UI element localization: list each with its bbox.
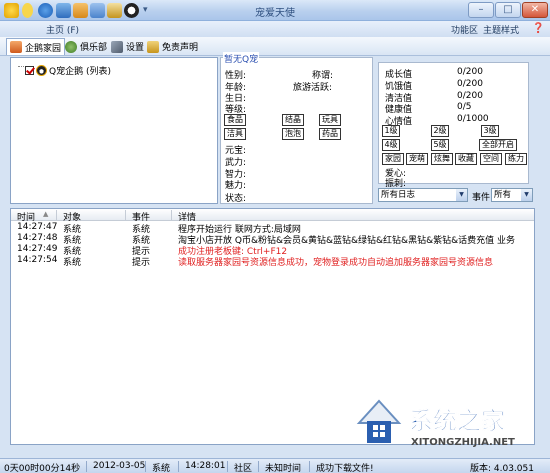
cell-time: 14:27:49 [17,244,58,254]
status-download: 成功下载文件! [316,464,374,473]
event-filter-label: 事件 [472,193,491,203]
log-filter-select[interactable]: 所有日志 ▼ [378,188,468,202]
column-separator [125,210,126,220]
cell-object: 系统 [63,258,82,268]
medicine-button[interactable]: 药品 [319,128,341,140]
tab-club[interactable]: 俱乐部 [62,38,110,55]
help-icon[interactable]: ❓ [532,23,544,34]
cell-detail: 读取服务器家园号资源信息成功，宠物登录成功自动追加服务器家园号资源信息 [178,258,494,268]
cell-time: 14:27:47 [17,222,58,232]
action-show-button[interactable]: 炫舞 [431,153,453,165]
close-button[interactable]: ✕ [522,2,548,18]
watermark: 系统之家 XITONGZHIJIA.NET [356,399,515,448]
food-button[interactable]: 食品 [224,114,246,126]
sort-up-icon: ▲ [43,210,49,218]
tree-checkbox[interactable] [25,66,34,75]
status-separator [309,461,310,472]
column-separator [171,210,172,220]
tree-line [18,66,24,67]
table-row[interactable]: 14:27:54 系统 提示 读取服务器家园号资源信息成功，宠物登录成功自动追加服务器… [11,255,534,268]
level-3-button[interactable]: 3级 [481,125,499,137]
pet-info-panel: 暂无Q宠 性别: 称谓: 年龄: 旅游活跃: 生日: 等级: 食品 结晶 玩具 … [220,52,373,204]
menu-function-area[interactable]: 功能区 [451,23,478,36]
tree-root-label: Q宠企鹅 (列表) [49,67,111,77]
table-row[interactable]: 14:27:49 系统 提示 成功注册老板键: Ctrl+F12 [11,244,534,257]
action-club-button[interactable]: 宠萌 [406,153,428,165]
tab-settings[interactable]: 设置 [108,38,147,55]
menu-bar: 主页 (F) 功能区 主题样式 ❓ [0,21,550,37]
status-object: 系统 [152,464,171,473]
settings-icon [111,40,123,53]
level-4-button[interactable]: 4级 [382,139,400,151]
chevron-down-icon: ▼ [456,189,467,201]
disclaimer-icon [147,40,159,53]
log-filter-value: 所有日志 [381,190,416,200]
toy-button[interactable]: 玩具 [319,114,341,126]
cell-time: 14:27:54 [17,255,58,265]
event-filter-select[interactable]: 所有 ▼ [491,188,533,202]
house-logo-icon [356,399,402,443]
status-uptime: 0天00时00分14秒 [4,464,81,473]
action-collect-button[interactable]: 收藏 [455,153,477,165]
title-bar: ▾ 宠爱天使 – □ ✕ [0,0,550,21]
chevron-down-icon: ▼ [521,189,532,201]
home-icon [10,41,22,53]
status-version: 版本: 4.03.051 [470,464,534,473]
event-filter-value: 所有 [494,190,512,200]
level-5-button[interactable]: 5级 [431,139,449,151]
status-bar: 0天00时00分14秒 2012-03-05 系统 14:28:01 社区 未知… [0,458,550,473]
tab-penguin-home[interactable]: 企鹅家园 [6,38,66,55]
penguin-icon [36,65,47,76]
status-community[interactable]: 社区 [234,461,252,473]
action-space-button[interactable]: 空间 [480,153,502,165]
action-hp-button[interactable]: 练力 [505,153,527,165]
tab-disclaimer[interactable]: 免责声明 [144,38,201,55]
status-separator [86,461,87,472]
travel-label: 旅游活跃: [293,83,333,93]
action-home-button[interactable]: 家园 [382,153,404,165]
maximize-button[interactable]: □ [495,2,521,18]
pet-legend: 暂无Q宠 [223,52,260,65]
log-header: 时间 ▲ 对象 事件 详情 [11,209,534,223]
unlock-all-button[interactable]: 全部开启 [479,139,517,151]
crystal-button[interactable]: 结晶 [282,114,304,126]
stat-health-value: 0/5 [457,102,472,112]
minimize-button[interactable]: – [468,2,494,18]
charm-label: 魅力: [225,181,247,191]
status-unknown-time: 未知时间 [265,464,302,473]
state-label: 状态: [225,194,247,204]
pet-tree-panel[interactable]: Q宠企鹅 (列表) [10,57,218,204]
status-separator [178,461,179,472]
bubble-button[interactable]: 泡泡 [282,128,304,140]
level-1-button[interactable]: 1级 [382,125,400,137]
cell-time: 14:27:48 [17,233,58,243]
club-icon [65,40,77,53]
status-separator [258,461,259,472]
table-row[interactable]: 14:27:48 系统 系统 淘宝小店开放 Q币&粉钻&会员&黄钻&蓝钻&绿钻&红钻&… [11,233,534,246]
stat-clean-value: 0/200 [457,91,483,101]
stat-growth-value: 0/200 [457,67,483,77]
watermark-url: XITONGZHIJIA.NET [411,437,515,448]
table-row[interactable]: 14:27:47 系统 系统 程序开始运行 联网方式:局域网 [11,222,534,235]
level-2-button[interactable]: 2级 [431,125,449,137]
column-separator [56,210,57,220]
status-separator [227,461,228,472]
clean-button[interactable]: 洁具 [224,128,246,140]
cell-event: 提示 [132,258,151,268]
tree-root[interactable]: Q宠企鹅 (列表) [25,64,111,77]
status-time: 14:28:01 [185,461,226,471]
toolbar: 企鹅家园 俱乐部 设置 免责声明 [0,37,550,56]
status-separator [145,461,146,472]
stat-mood-value: 0/1000 [457,114,489,124]
menu-theme[interactable]: 主题样式 [483,23,519,36]
status-date: 2012-03-05 [93,461,146,471]
watermark-brand: 系统之家 [409,407,505,435]
stat-hunger-value: 0/200 [457,79,483,89]
menu-main[interactable]: 主页 (F) [46,23,79,36]
stats-panel: 成长值 0/200 饥饿值 0/200 清洁值 0/200 健康值 0/5 心情… [378,62,529,189]
